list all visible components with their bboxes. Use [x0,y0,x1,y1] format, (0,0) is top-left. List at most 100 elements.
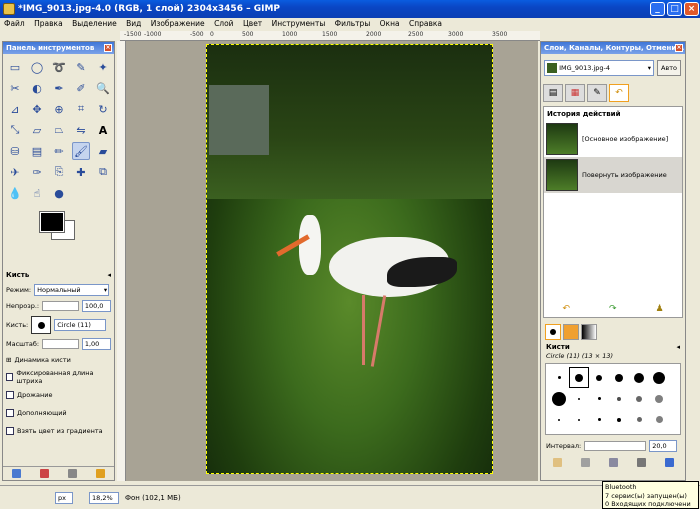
airbrush-icon[interactable]: ✈ [6,163,24,181]
tab-patterns[interactable] [563,324,579,340]
menu-edit[interactable]: Правка [31,18,66,30]
history-item-selected[interactable]: Повернуть изображение [544,157,682,193]
brush-item[interactable] [589,409,609,430]
tab-brushes[interactable] [545,324,561,340]
smudge-icon[interactable]: ☝ [28,184,46,202]
tab-menu-icon[interactable]: ◂ [676,343,680,351]
brush-preview[interactable] [31,316,52,334]
delete-options-icon[interactable] [67,469,77,478]
menu-file[interactable]: Файл [1,18,28,30]
opacity-field[interactable]: 100,0 [81,300,111,312]
paths-icon[interactable]: ✒ [50,79,68,97]
color-select-icon[interactable]: ✦ [94,58,112,76]
pencil-icon[interactable]: ✏ [50,142,68,160]
tab-channels[interactable]: ▦ [565,84,585,102]
tab-layers[interactable]: ▤ [543,84,563,102]
tab-gradients[interactable] [581,324,597,340]
flip-icon[interactable]: ⇋ [72,121,90,139]
dodge-burn-icon[interactable]: ● [50,184,68,202]
opacity-slider[interactable] [42,301,79,311]
tab-paths[interactable]: ✎ [587,84,607,102]
interval-field[interactable]: 20,0 [649,440,678,452]
zoom-icon[interactable]: 🔍 [94,79,112,97]
brush-item[interactable] [649,388,669,409]
brush-item[interactable] [589,367,609,388]
brush-item[interactable] [629,367,649,388]
move-icon[interactable]: ✥ [28,100,46,118]
brush-item[interactable] [629,409,649,430]
gradient-checkbox[interactable] [6,427,14,435]
refresh-brushes-icon[interactable] [664,458,674,467]
ink-icon[interactable]: ✑ [28,163,46,181]
menu-view[interactable]: Вид [123,18,144,30]
brush-item[interactable] [629,388,649,409]
menu-windows[interactable]: Окна [377,18,403,30]
foreground-select-icon[interactable]: ◐ [28,79,46,97]
mode-select[interactable]: Нормальный ▾ [34,284,110,296]
ellipse-select-icon[interactable]: ◯ [28,58,46,76]
edit-brush-icon[interactable] [552,458,562,467]
paintbrush-icon[interactable]: 🖌 [72,142,90,160]
brush-item[interactable] [569,388,589,409]
tab-undo-history[interactable]: ↶ [609,84,629,102]
scale-slider[interactable] [42,339,79,349]
brush-item[interactable] [549,388,569,409]
shear-icon[interactable]: ▱ [28,121,46,139]
undo-button[interactable]: ↶ [562,304,570,314]
heal-icon[interactable]: ✚ [72,163,90,181]
clear-history-button[interactable]: ♟ [655,304,663,314]
rotate-icon[interactable]: ↻ [94,100,112,118]
brush-item[interactable] [609,367,629,388]
eraser-icon[interactable]: ▰ [94,142,112,160]
brush-item[interactable] [649,409,669,430]
brush-field[interactable]: Circle (11) [54,319,107,331]
brush-item[interactable] [569,409,589,430]
unit-select[interactable]: px [55,491,73,504]
align-icon[interactable]: ⊕ [50,100,68,118]
menu-tools[interactable]: Инструменты [269,18,329,30]
jitter-row[interactable]: Дрожание [3,386,114,404]
stork-photo[interactable] [206,44,493,474]
close-button[interactable]: × [684,2,699,16]
color-picker-icon[interactable]: ✐ [72,79,90,97]
bucket-fill-icon[interactable]: ⛁ [6,142,24,160]
restore-options-icon[interactable] [40,469,50,478]
brush-item[interactable] [549,409,569,430]
measure-icon[interactable]: ⊿ [6,100,24,118]
blur-icon[interactable]: 💧 [6,184,24,202]
rect-select-icon[interactable]: ▭ [6,58,24,76]
brush-item-selected[interactable] [569,367,589,388]
brush-item[interactable] [609,388,629,409]
foreground-color-swatch[interactable] [39,211,65,233]
scissors-icon[interactable]: ✂ [6,79,24,97]
dynamics-row[interactable]: ⊞ Динамика кисти [3,352,114,368]
perspective-icon[interactable]: ⏢ [50,121,68,139]
close-icon[interactable]: × [104,44,112,52]
fuzzy-select-icon[interactable]: ✎ [72,58,90,76]
zoom-field[interactable]: 18,2% [89,491,119,504]
duplicate-brush-icon[interactable] [608,458,618,467]
canvas-area[interactable] [126,41,538,481]
jitter-checkbox[interactable] [6,391,14,399]
menu-filters[interactable]: Фильтры [332,18,374,30]
interval-slider[interactable] [584,441,647,451]
brush-item[interactable] [589,388,609,409]
text-icon[interactable]: A [94,121,112,139]
close-icon[interactable]: × [675,44,683,52]
menu-layer[interactable]: Слой [211,18,237,30]
menu-select[interactable]: Выделение [69,18,120,30]
menu-help[interactable]: Справка [406,18,445,30]
gradient-row[interactable]: Взять цвет из градиента [3,422,114,440]
horizontal-ruler[interactable]: -1500 -1000 -500 0 500 1000 1500 2000 25… [120,31,540,41]
menu-image[interactable]: Изображение [148,18,208,30]
perspective-clone-icon[interactable]: ⧉ [94,163,112,181]
lasso-icon[interactable]: ➰ [50,58,68,76]
maximize-button[interactable]: □ [667,2,682,16]
redo-button[interactable]: ↷ [609,304,617,314]
brush-item[interactable] [609,409,629,430]
vertical-ruler[interactable] [117,41,126,481]
brush-item[interactable] [649,367,669,388]
incremental-checkbox[interactable] [6,409,14,417]
new-brush-icon[interactable] [580,458,590,467]
history-item[interactable]: [Основное изображение] [544,121,682,157]
